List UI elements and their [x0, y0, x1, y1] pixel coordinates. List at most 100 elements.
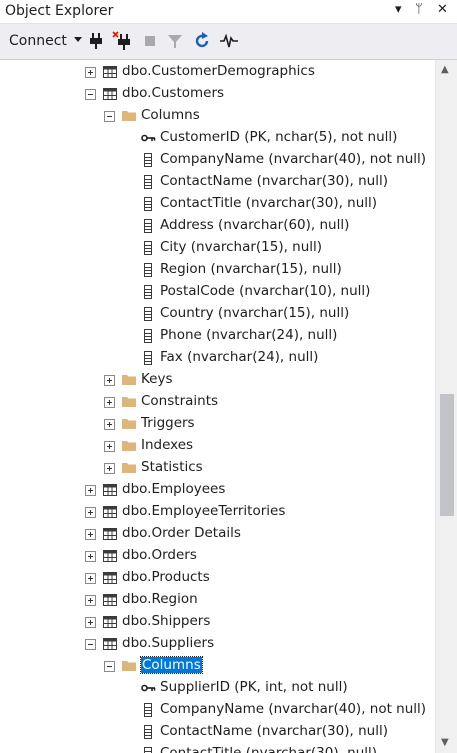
tree-node-label[interactable]: ContactTitle (nvarchar(30), null) [160, 745, 377, 753]
tree-node-folder[interactable]: Columns [0, 655, 435, 677]
tree-node-column[interactable]: Phone (nvarchar(24), null) [0, 325, 435, 347]
tree-node-label[interactable]: CustomerID (PK, nchar(5), not null) [160, 129, 397, 145]
tree-node-label[interactable]: ContactName (nvarchar(30), null) [160, 173, 388, 189]
expand-icon[interactable] [85, 507, 96, 518]
tree-node-label[interactable]: Statistics [141, 459, 203, 475]
tree-node-folder[interactable]: Indexes [0, 435, 435, 457]
connect-button[interactable]: Connect [9, 33, 83, 49]
tree-node-label[interactable]: CompanyName (nvarchar(40), not null) [160, 701, 426, 717]
tree-node-label[interactable]: dbo.CustomerDemographics [122, 63, 315, 79]
scroll-down-arrow-icon[interactable]: ▼ [441, 737, 449, 748]
folder-icon [121, 372, 137, 388]
collapse-icon[interactable] [104, 661, 115, 672]
tree-node-folder[interactable]: Constraints [0, 391, 435, 413]
tree-node-table[interactable]: dbo.CustomerDemographics [0, 61, 435, 83]
tree-node-label[interactable]: Keys [141, 371, 173, 387]
tree-node-label[interactable]: Phone (nvarchar(24), null) [160, 327, 337, 343]
pin-icon[interactable]: ᛘ [415, 2, 423, 17]
tree-node-label[interactable]: dbo.Orders [122, 547, 197, 563]
connect-plug-icon[interactable] [86, 31, 106, 51]
tree-node-label[interactable]: Columns [141, 107, 200, 123]
tree-node-folder[interactable]: Statistics [0, 457, 435, 479]
tree-node-label[interactable]: dbo.EmployeeTerritories [122, 503, 285, 519]
tree-node-label[interactable]: dbo.Employees [122, 481, 225, 497]
tree-node-folder[interactable]: Columns [0, 105, 435, 127]
stop-icon[interactable] [140, 31, 160, 51]
tree-node-folder[interactable]: Triggers [0, 413, 435, 435]
tree-node-column[interactable]: Address (nvarchar(60), null) [0, 215, 435, 237]
disconnect-icon[interactable] [112, 31, 132, 51]
expand-icon[interactable] [104, 441, 115, 452]
tree-node-label[interactable]: CompanyName (nvarchar(40), not null) [160, 151, 426, 167]
tree-node-column[interactable]: ContactTitle (nvarchar(30), null) [0, 193, 435, 215]
object-explorer-tree[interactable]: dbo.CustomerDemographics dbo.Customers Col… [0, 60, 435, 753]
tree-node-label[interactable]: ContactTitle (nvarchar(30), null) [160, 195, 377, 211]
tree-node-column[interactable]: CompanyName (nvarchar(40), not null) [0, 149, 435, 171]
expand-icon[interactable] [104, 463, 115, 474]
tree-node-table[interactable]: dbo.Shippers [0, 611, 435, 633]
tree-node-table[interactable]: dbo.Order Details [0, 523, 435, 545]
refresh-icon[interactable] [192, 31, 212, 51]
expand-icon[interactable] [85, 67, 96, 78]
tree-node-label[interactable]: dbo.Shippers [122, 613, 210, 629]
tree-node-column[interactable]: ContactTitle (nvarchar(30), null) [0, 743, 435, 753]
expand-icon[interactable] [104, 375, 115, 386]
tree-node-label[interactable]: Indexes [141, 437, 193, 453]
tree-node-label[interactable]: dbo.Products [122, 569, 210, 585]
tree-node-label[interactable]: Country (nvarchar(15), null) [160, 305, 349, 321]
tree-node-column[interactable]: Fax (nvarchar(24), null) [0, 347, 435, 369]
close-icon[interactable]: ✕ [437, 2, 448, 17]
tree-node-table[interactable]: dbo.Suppliers [0, 633, 435, 655]
tree-node-label[interactable]: dbo.Order Details [122, 525, 241, 541]
expand-icon[interactable] [104, 397, 115, 408]
tree-node-column[interactable]: CompanyName (nvarchar(40), not null) [0, 699, 435, 721]
tree-node-table[interactable]: dbo.Customers [0, 83, 435, 105]
tree-node-column[interactable]: PostalCode (nvarchar(10), null) [0, 281, 435, 303]
scroll-up-arrow-icon[interactable]: ▲ [441, 64, 449, 75]
vertical-scrollbar[interactable]: ▲ ▼ [435, 60, 457, 753]
tree-node-table[interactable]: dbo.Products [0, 567, 435, 589]
tree-node-table[interactable]: dbo.EmployeeTerritories [0, 501, 435, 523]
expand-icon[interactable] [104, 419, 115, 430]
tree-node-table[interactable]: dbo.Region [0, 589, 435, 611]
expand-icon[interactable] [85, 551, 96, 562]
expand-icon[interactable] [85, 595, 96, 606]
expand-icon[interactable] [85, 573, 96, 584]
tree-node-column[interactable]: ContactName (nvarchar(30), null) [0, 721, 435, 743]
tree-node-label[interactable]: PostalCode (nvarchar(10), null) [160, 283, 370, 299]
tree-node-column[interactable]: ContactName (nvarchar(30), null) [0, 171, 435, 193]
scrollbar-thumb[interactable] [440, 394, 454, 516]
tree-node-folder[interactable]: Keys [0, 369, 435, 391]
tree-node-label[interactable]: dbo.Region [122, 591, 198, 607]
tree-node-label[interactable]: Columns [140, 656, 203, 674]
tree-node-label[interactable]: dbo.Customers [122, 85, 224, 101]
tree-node-column[interactable]: Country (nvarchar(15), null) [0, 303, 435, 325]
panel-title: Object Explorer [5, 3, 114, 19]
tree-node-column[interactable]: Region (nvarchar(15), null) [0, 259, 435, 281]
table-icon [102, 592, 118, 608]
tree-node-key[interactable]: SupplierID (PK, int, not null) [0, 677, 435, 699]
activity-monitor-icon[interactable] [219, 31, 239, 51]
tree-node-label[interactable]: Fax (nvarchar(24), null) [160, 349, 318, 365]
tree-node-table[interactable]: dbo.Orders [0, 545, 435, 567]
collapse-icon[interactable] [85, 639, 96, 650]
tree-node-label[interactable]: dbo.Suppliers [122, 635, 214, 651]
tree-node-label[interactable]: City (nvarchar(15), null) [160, 239, 322, 255]
tree-node-key[interactable]: CustomerID (PK, nchar(5), not null) [0, 127, 435, 149]
tree-node-label[interactable]: Constraints [141, 393, 218, 409]
tree-node-label[interactable]: Triggers [141, 415, 195, 431]
tree-node-label[interactable]: SupplierID (PK, int, not null) [160, 679, 348, 695]
filter-icon[interactable] [165, 31, 185, 51]
tree-node-column[interactable]: City (nvarchar(15), null) [0, 237, 435, 259]
tree-node-label[interactable]: Address (nvarchar(60), null) [160, 217, 349, 233]
expand-icon[interactable] [85, 485, 96, 496]
tree-node-label[interactable]: Region (nvarchar(15), null) [160, 261, 342, 277]
collapse-icon[interactable] [104, 111, 115, 122]
tree-node-table[interactable]: dbo.Employees [0, 479, 435, 501]
window-position-dropdown-icon[interactable]: ▾ [395, 2, 402, 17]
tree-node-label[interactable]: ContactName (nvarchar(30), null) [160, 723, 388, 739]
expand-icon[interactable] [85, 617, 96, 628]
expand-icon[interactable] [85, 529, 96, 540]
collapse-icon[interactable] [85, 89, 96, 100]
connect-label: Connect [9, 33, 67, 49]
